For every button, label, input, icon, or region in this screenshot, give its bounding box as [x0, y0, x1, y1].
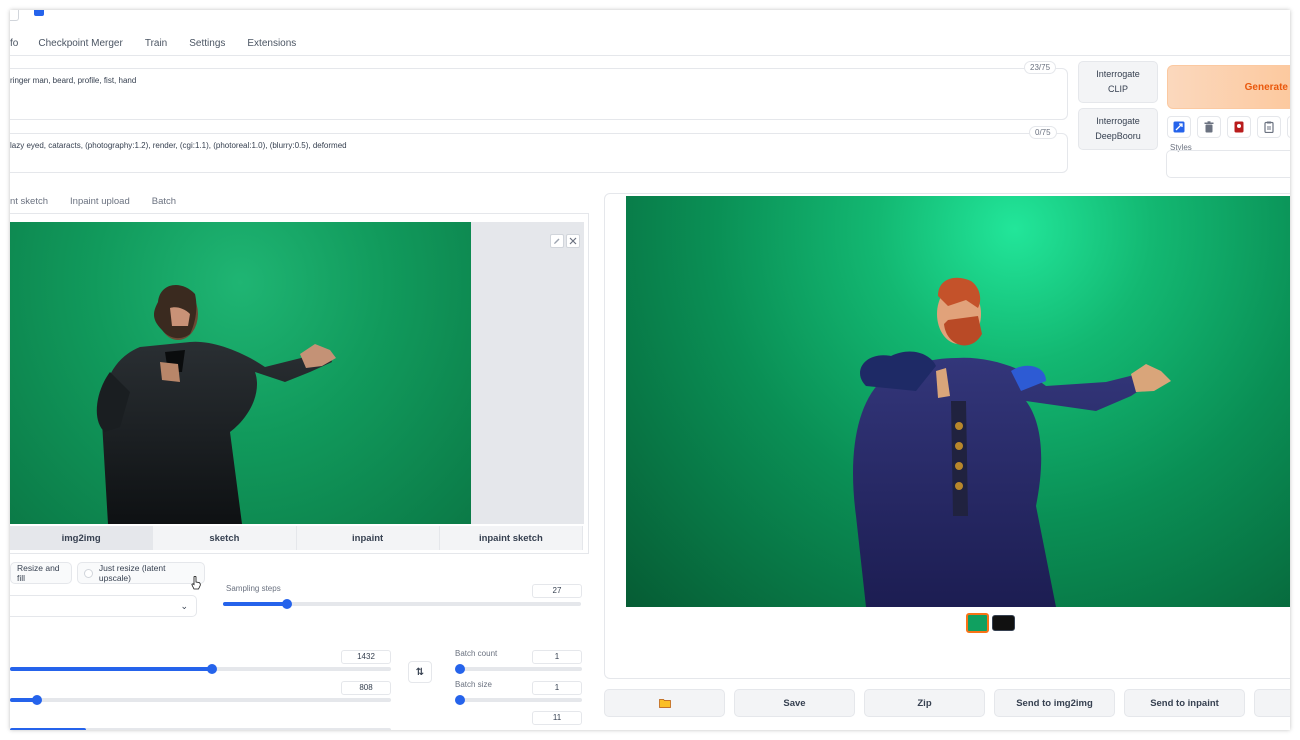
height-knob[interactable]: [31, 695, 42, 705]
output-actions: Save Zip Send to img2img Send to inpaint…: [604, 689, 1290, 717]
tab-divider: [10, 55, 1290, 56]
tab-checkpoint-merger[interactable]: Checkpoint Merger: [38, 36, 122, 56]
interrogate-clip-button[interactable]: Interrogate CLIP: [1078, 61, 1158, 103]
batch-size-slider[interactable]: [455, 695, 582, 705]
save-button[interactable]: Save: [734, 689, 855, 717]
interrogate-clip-line1: Interrogate: [1096, 69, 1140, 79]
height-slider[interactable]: [10, 695, 391, 705]
send-to-inpaint-button[interactable]: Send to inpaint: [1124, 689, 1245, 717]
img2img-subtabs: nt sketch Inpaint upload Batch: [10, 196, 198, 207]
batch-size-label: Batch size: [455, 680, 492, 689]
extra-networks-button[interactable]: [1227, 116, 1251, 138]
edit-canvas-button[interactable]: [550, 234, 564, 248]
tab-train[interactable]: Train: [145, 36, 167, 56]
trash-icon: [1204, 121, 1214, 133]
output-thumbnails: [966, 613, 1018, 633]
style-tools: [1167, 116, 1290, 138]
batch-size-input[interactable]: 1: [532, 681, 582, 695]
mode-img2img[interactable]: img2img: [10, 526, 154, 550]
tab-batch[interactable]: Batch: [152, 196, 176, 207]
tab-inpaint-upload[interactable]: Inpaint upload: [70, 196, 130, 207]
height-input[interactable]: 808: [341, 681, 391, 695]
output-image[interactable]: [626, 196, 1290, 607]
width-input[interactable]: 1432: [341, 650, 391, 664]
interrogate-clip-line2: CLIP: [1107, 84, 1128, 94]
open-folder-button[interactable]: [604, 689, 725, 717]
thumbnail-result[interactable]: [966, 613, 989, 633]
clipboard-icon: [1264, 121, 1274, 133]
clear-prompt-button[interactable]: [1197, 116, 1221, 138]
top-checkbox-checked[interactable]: [34, 10, 44, 16]
send-to-extras-button[interactable]: S: [1254, 689, 1290, 717]
app-window: fo Checkpoint Merger Train Settings Exte…: [10, 10, 1290, 730]
positive-token-counter: 23/75: [1024, 61, 1057, 74]
tab-png-info[interactable]: fo: [10, 36, 18, 56]
mode-inpaint[interactable]: inpaint: [296, 526, 440, 550]
positive-prompt-text: ringer man, beard, profile, fist, hand: [10, 76, 137, 85]
interrogate-deep-line2: DeepBooru: [1095, 131, 1141, 141]
close-canvas-button[interactable]: [566, 234, 580, 248]
sampling-steps-knob[interactable]: [282, 599, 293, 609]
folder-icon: [658, 699, 671, 708]
thumbnail-mask[interactable]: [992, 615, 1015, 631]
send-to-img2img-button[interactable]: Send to img2img: [994, 689, 1115, 717]
paste-prompt-button[interactable]: [1167, 116, 1191, 138]
tab-inpaint-sketch[interactable]: nt sketch: [10, 196, 48, 207]
pencil-icon: [554, 238, 560, 244]
styles-dropdown[interactable]: [1166, 150, 1290, 178]
input-image-canvas[interactable]: [10, 222, 584, 524]
sampling-steps-input[interactable]: 27: [532, 584, 582, 598]
width-slider[interactable]: [10, 664, 391, 674]
card-icon: [1234, 121, 1244, 133]
batch-count-label: Batch count: [455, 649, 498, 658]
mode-row: img2img sketch inpaint inpaint sketch: [10, 526, 583, 550]
just-resize-latent-radio[interactable]: Just resize (latent upscale): [77, 562, 205, 584]
zip-button[interactable]: Zip: [864, 689, 985, 717]
cfg-scale-input[interactable]: 11: [532, 711, 582, 725]
main-tabs: fo Checkpoint Merger Train Settings Exte…: [10, 36, 318, 56]
tab-extensions[interactable]: Extensions: [247, 36, 296, 56]
generate-button[interactable]: Generate: [1167, 65, 1290, 109]
radio-dot: [84, 568, 93, 578]
input-photo: [10, 222, 471, 524]
resize-and-fill-radio[interactable]: Resize and fill: [10, 562, 72, 584]
illustrated-figure: [853, 277, 1171, 607]
hand-cursor-icon: [191, 576, 201, 590]
mode-inpaint-sketch[interactable]: inpaint sketch: [439, 526, 583, 550]
chevron-down-icon: ⌄: [180, 601, 188, 611]
save-style-button[interactable]: [1287, 116, 1290, 138]
batch-size-knob[interactable]: [455, 695, 465, 705]
sampling-steps-label: Sampling steps: [226, 584, 281, 593]
top-checkbox-remnant[interactable]: [10, 10, 19, 21]
batch-count-input[interactable]: 1: [532, 650, 582, 664]
width-knob[interactable]: [206, 664, 217, 674]
width-fill: [10, 667, 212, 671]
close-icon: [569, 237, 577, 245]
just-resize-label: Just resize (latent upscale): [98, 563, 166, 583]
resize-and-fill-label: Resize and fill: [17, 563, 60, 583]
interrogate-deep-line1: Interrogate: [1096, 116, 1140, 126]
sampling-steps-slider[interactable]: [223, 599, 581, 609]
negative-prompt-text: lazy eyed, cataracts, (photography:1.2),…: [10, 141, 347, 150]
negative-token-counter: 0/75: [1029, 126, 1057, 139]
batch-count-slider[interactable]: [455, 664, 582, 674]
tab-settings[interactable]: Settings: [189, 36, 225, 56]
arrow-icon: [1173, 121, 1185, 133]
swap-dimensions-button[interactable]: ⇅: [408, 661, 432, 683]
singer-photo-figure: [96, 284, 336, 524]
input-image-panel: img2img sketch inpaint inpaint sketch: [10, 213, 589, 554]
apply-style-button[interactable]: [1257, 116, 1281, 138]
sampling-method-select[interactable]: ⌄: [10, 595, 197, 617]
sampling-steps-fill: [223, 602, 288, 606]
cfg-scale-fill: [10, 728, 86, 730]
batch-count-knob[interactable]: [455, 664, 465, 674]
cfg-scale-slider[interactable]: [10, 728, 391, 730]
mode-sketch[interactable]: sketch: [153, 526, 297, 550]
interrogate-deepbooru-button[interactable]: Interrogate DeepBooru: [1078, 108, 1158, 150]
negative-prompt-input[interactable]: lazy eyed, cataracts, (photography:1.2),…: [10, 133, 1068, 173]
positive-prompt-input[interactable]: ringer man, beard, profile, fist, hand: [10, 68, 1068, 120]
